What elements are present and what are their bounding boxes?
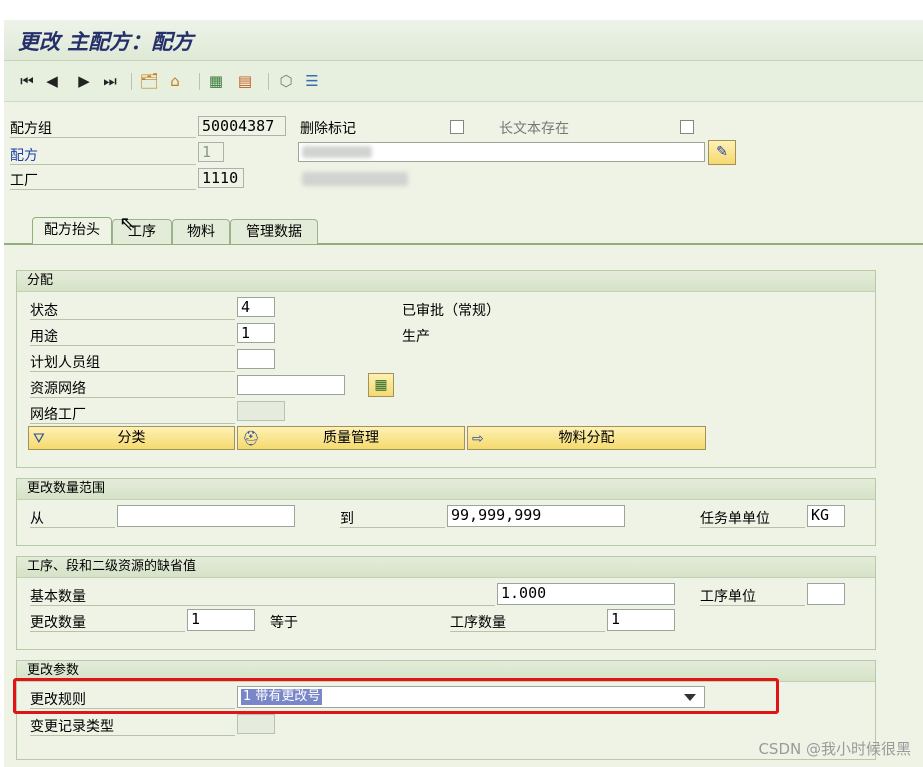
label-underline bbox=[700, 605, 805, 606]
mouse-cursor-icon: ⇖ bbox=[119, 211, 136, 235]
classify-icon: ⛛ bbox=[33, 431, 45, 447]
label-underline bbox=[30, 605, 495, 606]
quality-icon: ⛑ bbox=[242, 431, 260, 447]
long-text-checkbox[interactable] bbox=[680, 120, 694, 134]
from-field[interactable] bbox=[117, 505, 295, 527]
calendar-icon[interactable]: ▤ bbox=[235, 70, 255, 92]
change-record-type-field[interactable] bbox=[237, 714, 275, 734]
from-label: 从 bbox=[30, 511, 44, 527]
new-item-icon[interactable]: 🗂 bbox=[139, 70, 159, 92]
window-title: 更改 主配方：配方 bbox=[18, 29, 194, 54]
tree-icon[interactable]: ⌂ bbox=[165, 70, 185, 92]
label-underline bbox=[30, 397, 235, 398]
recipe-group-label: 配方组 bbox=[10, 121, 52, 137]
first-page-icon[interactable]: ⏮ bbox=[18, 70, 36, 92]
network-graphic-icon[interactable]: ▦ bbox=[368, 373, 394, 397]
to-label: 到 bbox=[340, 511, 354, 527]
resource-network-field[interactable] bbox=[237, 375, 345, 395]
base-qty-label: 基本数量 bbox=[30, 589, 86, 605]
status-field[interactable]: 4 bbox=[237, 297, 275, 317]
tab-materials[interactable]: 物料 bbox=[172, 219, 230, 244]
delete-flag-checkbox[interactable] bbox=[450, 120, 464, 134]
label-underline bbox=[450, 631, 605, 632]
op-unit-label: 工序单位 bbox=[700, 589, 756, 605]
planner-group-label: 计划人员组 bbox=[30, 355, 100, 371]
material-assignment-button[interactable]: ⇨ 物料分配 bbox=[467, 426, 706, 450]
recipe-field[interactable]: 1 bbox=[198, 142, 224, 162]
edit-long-text-icon[interactable]: ✎ bbox=[708, 140, 736, 165]
usage-field[interactable]: 1 bbox=[237, 323, 275, 343]
watermark: CSDN @我小时候很黑 bbox=[758, 740, 911, 758]
label-underline bbox=[10, 189, 196, 190]
hierarchy-icon[interactable]: ☰ bbox=[302, 70, 322, 92]
prev-page-icon[interactable]: ◀ bbox=[44, 70, 60, 92]
tab-admin-data[interactable]: 管理数据 bbox=[230, 219, 318, 244]
change-qty-label: 更改数量 bbox=[30, 615, 86, 631]
label-underline bbox=[700, 527, 805, 528]
task-unit-label: 任务单单位 bbox=[700, 511, 770, 527]
label-underline bbox=[10, 164, 196, 165]
base-qty-field[interactable]: 1.000 bbox=[497, 583, 675, 605]
status-text: 已审批（常规） bbox=[402, 303, 500, 319]
network-plant-label: 网络工厂 bbox=[30, 407, 86, 423]
change-record-type-label: 变更记录类型 bbox=[30, 719, 114, 735]
label-underline bbox=[30, 319, 235, 320]
highlight-box bbox=[13, 678, 779, 714]
toolbar-separator bbox=[131, 73, 132, 90]
toolbar-separator bbox=[268, 73, 269, 90]
redacted-text bbox=[302, 172, 408, 186]
last-page-icon[interactable]: ⏭ bbox=[101, 70, 119, 92]
status-label: 状态 bbox=[30, 303, 58, 319]
usage-text: 生产 bbox=[402, 329, 430, 345]
label-underline bbox=[30, 423, 235, 424]
defaults-group-title: 工序、段和二级资源的缺省值 bbox=[17, 557, 875, 578]
cube-icon[interactable]: ⬡ bbox=[276, 70, 296, 92]
task-unit-field[interactable]: KG bbox=[807, 505, 845, 527]
label-underline bbox=[30, 631, 185, 632]
resource-network-label: 资源网络 bbox=[30, 381, 86, 397]
quality-management-button[interactable]: ⛑ 质量管理 bbox=[237, 426, 465, 450]
plant-label: 工厂 bbox=[10, 173, 38, 189]
plant-field[interactable]: 1110 bbox=[198, 168, 244, 188]
label-underline bbox=[30, 735, 235, 736]
classify-button[interactable]: ⛛ 分类 bbox=[28, 426, 235, 450]
assignment-group-title: 分配 bbox=[17, 271, 875, 292]
label-underline bbox=[10, 137, 196, 138]
material-assignment-button-label: 物料分配 bbox=[558, 430, 615, 446]
toolbar-separator bbox=[199, 73, 200, 90]
classify-button-label: 分类 bbox=[117, 430, 146, 446]
arrow-right-icon: ⇨ bbox=[472, 431, 484, 447]
next-page-icon[interactable]: ▶ bbox=[76, 70, 92, 92]
label-underline bbox=[30, 371, 235, 372]
delete-flag-label: 删除标记 bbox=[300, 121, 356, 137]
tab-recipe-header[interactable]: 配方抬头 bbox=[32, 217, 112, 244]
redacted-text bbox=[302, 146, 372, 158]
to-field[interactable]: 99,999,999 bbox=[447, 505, 625, 527]
qty-range-group-title: 更改数量范围 bbox=[17, 479, 875, 500]
network-plant-field[interactable] bbox=[237, 401, 285, 421]
change-qty-field[interactable]: 1 bbox=[187, 609, 255, 631]
label-underline bbox=[30, 527, 115, 528]
long-text-label: 长文本存在 bbox=[499, 121, 569, 137]
recipe-group-field[interactable]: 50004387 bbox=[198, 116, 286, 136]
op-qty-field[interactable]: 1 bbox=[607, 609, 675, 631]
label-underline bbox=[30, 345, 235, 346]
op-unit-field[interactable] bbox=[807, 583, 845, 605]
op-qty-label: 工序数量 bbox=[450, 615, 506, 631]
network-icon[interactable]: ▦ bbox=[206, 70, 226, 92]
toolbar: ⏮ ◀ ▶ ⏭ 🗂 ⌂ ▦ ▤ ⬡ ☰ bbox=[4, 61, 923, 102]
quality-button-label: 质量管理 bbox=[323, 430, 379, 446]
usage-label: 用途 bbox=[30, 329, 58, 345]
equals-label: 等于 bbox=[270, 615, 298, 631]
recipe-label[interactable]: 配方 bbox=[10, 145, 38, 165]
label-underline bbox=[340, 527, 445, 528]
planner-group-field[interactable] bbox=[237, 349, 275, 369]
